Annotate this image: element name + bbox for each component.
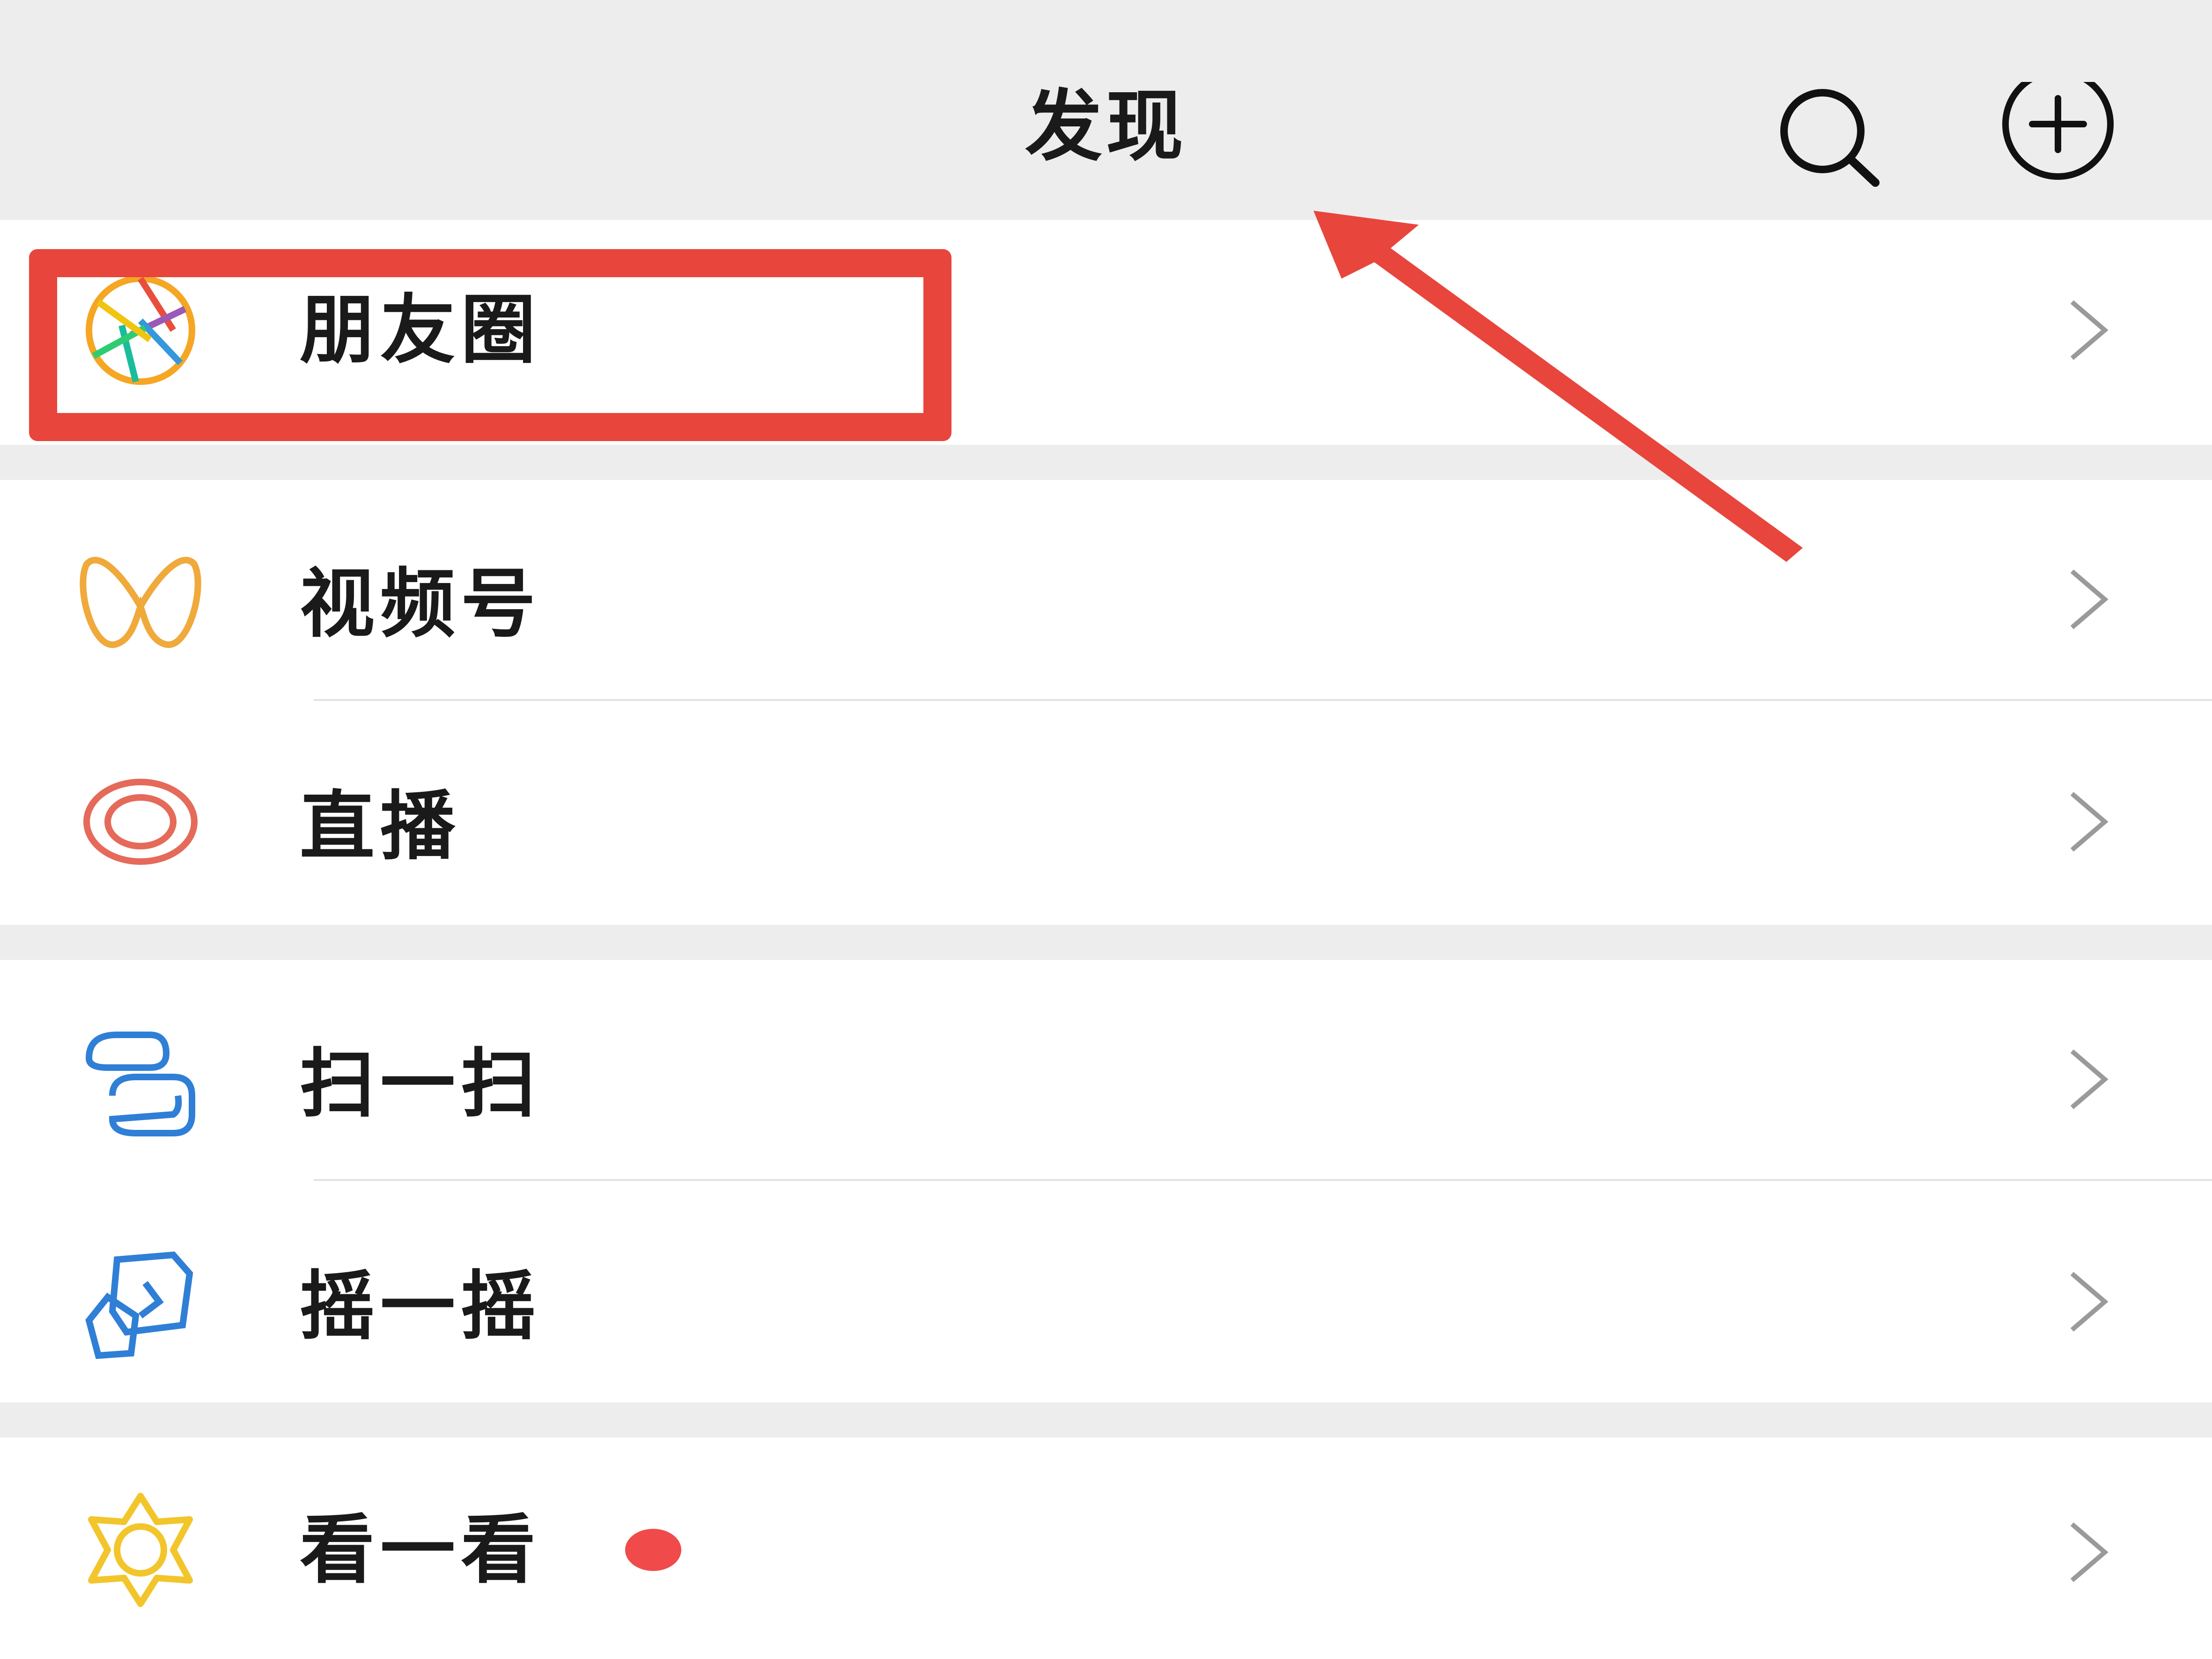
chevron-right-icon: [2070, 569, 2109, 629]
channels-icon: [80, 557, 201, 648]
chevron-right-icon: [2070, 300, 2109, 360]
annotation-arrow-icon: [1313, 211, 1803, 562]
row-divider: [314, 699, 2212, 701]
chevron-right-icon: [2070, 792, 2109, 852]
live-icon: [83, 779, 198, 865]
discover-screen: 发现 朋友圈 视频号 直播 扫一扫 摇一摇 看一看: [0, 0, 2212, 1659]
add-circle-icon[interactable]: [1999, 82, 2116, 199]
menu-group-channels: 视频号 直播: [0, 480, 2212, 925]
menu-item-label: 扫一扫: [300, 1040, 542, 1128]
shake-icon: [85, 1251, 193, 1359]
row-divider: [314, 1179, 2212, 1181]
menu-item-label: 视频号: [300, 560, 542, 648]
menu-item-live[interactable]: 直播: [0, 702, 2212, 922]
chevron-right-icon: [2070, 1049, 2109, 1109]
menu-item-channels[interactable]: 视频号: [0, 480, 2212, 700]
top-stories-icon: [88, 1493, 193, 1607]
menu-item-label: 直播: [300, 782, 461, 870]
scan-icon: [85, 1032, 195, 1136]
menu-group-top-stories: 看一看: [0, 1438, 2212, 1659]
menu-group-tools: 扫一扫 摇一摇: [0, 960, 2212, 1402]
annotation-highlight-box: [29, 249, 951, 441]
menu-item-label: 看一看: [300, 1506, 542, 1593]
menu-item-top-stories[interactable]: 看一看: [0, 1438, 2212, 1658]
chevron-right-icon: [2070, 1272, 2109, 1332]
chevron-right-icon: [2070, 1522, 2109, 1582]
menu-item-shake[interactable]: 摇一摇: [0, 1182, 2212, 1402]
menu-item-label: 摇一摇: [300, 1262, 542, 1350]
red-dot-badge: [625, 1529, 681, 1571]
header-bar: 发现: [0, 0, 2212, 220]
menu-item-scan[interactable]: 扫一扫: [0, 960, 2212, 1180]
